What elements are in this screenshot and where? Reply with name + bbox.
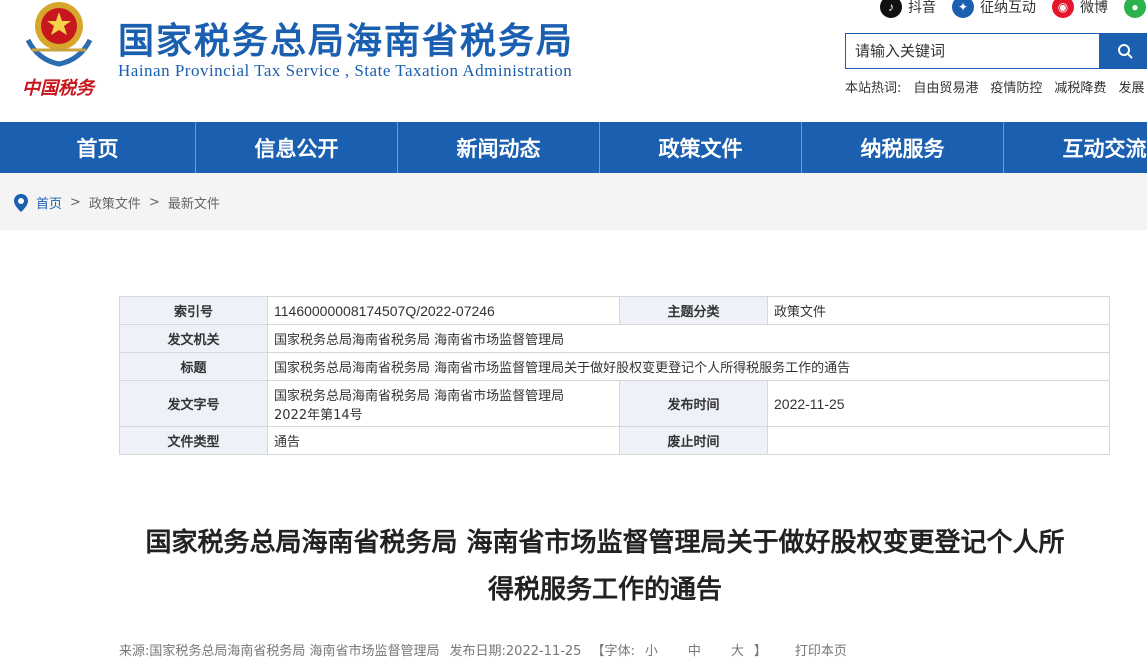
- meta-value-title: 国家税务总局海南省税务局 海南省市场监督管理局关于做好股权变更登记个人所得税服务…: [267, 352, 1110, 381]
- social-weibo[interactable]: ◉ 微博: [1052, 0, 1108, 18]
- article-title: 国家税务总局海南省税务局 海南省市场监督管理局关于做好股权变更登记个人所 得税服…: [100, 520, 1110, 614]
- nav-item-policy[interactable]: 政策文件: [600, 122, 802, 173]
- douyin-icon: ♪: [880, 0, 902, 18]
- social-label: 微博: [1080, 0, 1108, 15]
- hot-words: 本站热词: 自由贸易港 疫情防控 减税降费 发展: [845, 77, 1144, 96]
- social-links: ♪ 抖音 ✦ 征纳互动 ◉ 微博 ●: [880, 0, 1146, 18]
- breadcrumb-separator: >: [70, 195, 81, 210]
- font-size-label: 【字体:: [591, 644, 635, 659]
- article-title-line2: 得税服务工作的通告: [487, 575, 722, 605]
- social-label: 征纳互动: [980, 0, 1036, 15]
- social-douyin[interactable]: ♪ 抖音: [880, 0, 936, 18]
- hot-word-link[interactable]: 发展: [1118, 77, 1144, 96]
- meta-label-issuer: 发文机关: [119, 324, 268, 353]
- meta-value-docno: 国家税务总局海南省税务局 海南省市场监督管理局 2022年第14号: [267, 380, 620, 427]
- breadcrumb-separator: >: [148, 195, 160, 210]
- meta-label-index: 索引号: [119, 296, 268, 325]
- table-row: 标题 国家税务总局海南省税务局 海南省市场监督管理局关于做好股权变更登记个人所得…: [119, 352, 1110, 381]
- breadcrumb-policy[interactable]: 政策文件: [89, 193, 141, 212]
- nav-item-info-disclosure[interactable]: 信息公开: [196, 122, 398, 173]
- nav-item-tax-service[interactable]: 纳税服务: [802, 122, 1004, 173]
- nav-item-interaction[interactable]: 互动交流: [1004, 122, 1147, 173]
- location-pin-icon: [14, 193, 28, 212]
- meta-label-type: 文件类型: [119, 426, 268, 455]
- nav-item-news[interactable]: 新闻动态: [398, 122, 600, 173]
- document-meta-table: 索引号 11460000008174507Q/2022-07246 主题分类 政…: [119, 296, 1110, 455]
- meta-label-topic: 主题分类: [619, 296, 768, 325]
- interaction-icon: ✦: [952, 0, 974, 18]
- main-nav: 首页 信息公开 新闻动态 政策文件 纳税服务 互动交流: [0, 122, 1147, 173]
- social-label: 抖音: [908, 0, 936, 15]
- meta-value-type: 通告: [267, 426, 620, 455]
- font-size-small-button[interactable]: 小: [645, 640, 658, 659]
- meta-value-abolish: [767, 426, 1110, 455]
- meta-value-date: 2022-11-25: [767, 380, 1110, 427]
- meta-value-topic: 政策文件: [767, 296, 1110, 325]
- site-header: 中国税务 国家税务总局海南省税务局 Hainan Provincial Tax …: [0, 0, 1147, 122]
- table-row: 索引号 11460000008174507Q/2022-07246 主题分类 政…: [119, 296, 1110, 325]
- search-button[interactable]: [1099, 33, 1147, 69]
- article-source: 来源:国家税务总局海南省税务局 海南省市场监督管理局: [119, 644, 440, 659]
- nav-item-home[interactable]: 首页: [0, 122, 196, 173]
- hot-word-link[interactable]: 自由贸易港: [913, 77, 978, 96]
- site-subtitle: Hainan Provincial Tax Service , State Ta…: [118, 61, 573, 80]
- tax-emblem-icon: [25, 2, 93, 67]
- table-row: 发文机关 国家税务总局海南省税务局 海南省市场监督管理局: [119, 324, 1110, 353]
- meta-label-abolish: 废止时间: [619, 426, 768, 455]
- emblem-caption: 中国税务: [22, 78, 94, 99]
- font-size-options: 小 中 大: [645, 640, 744, 659]
- table-row: 文件类型 通告 废止时间: [119, 426, 1110, 455]
- meta-value-docno-line2: 2022年第14号: [274, 407, 363, 423]
- weibo-icon: ◉: [1052, 0, 1074, 18]
- breadcrumb-bar: 首页 > 政策文件 > 最新文件: [0, 173, 1147, 230]
- meta-value-index: 11460000008174507Q/2022-07246: [267, 296, 620, 325]
- meta-value-issuer: 国家税务总局海南省税务局 海南省市场监督管理局: [267, 324, 1110, 353]
- hot-word-link[interactable]: 疫情防控: [990, 77, 1042, 96]
- hot-words-label: 本站热词:: [845, 81, 902, 96]
- breadcrumb: 首页 > 政策文件 > 最新文件: [14, 193, 220, 212]
- meta-value-docno-line1: 国家税务总局海南省税务局 海南省市场监督管理局: [274, 388, 565, 404]
- font-size-close: 】: [753, 644, 767, 659]
- meta-label-date: 发布时间: [619, 380, 768, 427]
- article-title-line1: 国家税务总局海南省税务局 海南省市场监督管理局关于做好股权变更登记个人所: [145, 528, 1065, 558]
- search-icon: [1118, 44, 1133, 59]
- meta-label-docno: 发文字号: [119, 380, 268, 427]
- font-size-medium-button[interactable]: 中: [688, 640, 701, 659]
- search-input[interactable]: 请输入关键词: [845, 33, 1099, 69]
- meta-label-title: 标题: [119, 352, 268, 381]
- hot-word-link[interactable]: 减税降费: [1054, 77, 1106, 96]
- breadcrumb-home[interactable]: 首页: [36, 193, 62, 212]
- social-interaction[interactable]: ✦ 征纳互动: [952, 0, 1036, 18]
- wechat-icon[interactable]: ●: [1124, 0, 1146, 18]
- article-publish-date: 发布日期:2022-11-25: [449, 644, 582, 659]
- table-row: 发文字号 国家税务总局海南省税务局 海南省市场监督管理局 2022年第14号 发…: [119, 380, 1110, 427]
- print-page-button[interactable]: 打印本页: [795, 640, 847, 659]
- breadcrumb-latest[interactable]: 最新文件: [168, 193, 220, 212]
- article-meta: 来源:国家税务总局海南省税务局 海南省市场监督管理局 发布日期:2022-11-…: [119, 640, 847, 659]
- font-size-large-button[interactable]: 大: [731, 640, 744, 659]
- site-title[interactable]: 国家税务总局海南省税务局: [118, 12, 574, 64]
